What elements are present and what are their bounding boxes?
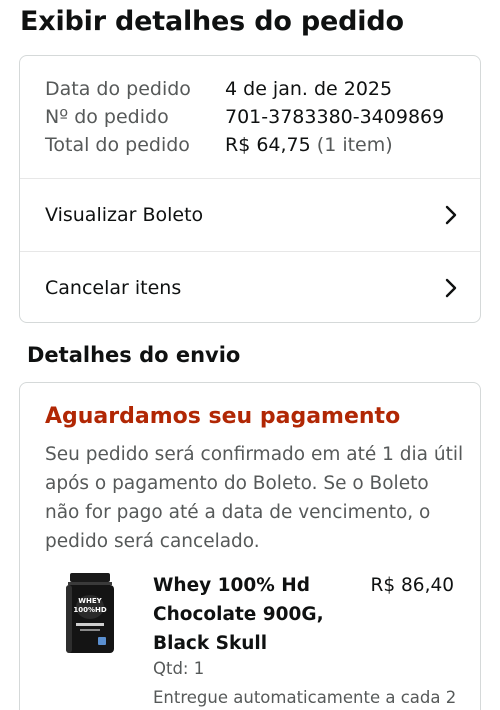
shipping-card: Aguardamos seu pagamento Seu pedido será… (19, 382, 481, 710)
order-date-row: Data do pedido 4 de jan. de 2025 (45, 78, 392, 100)
product-name-link[interactable]: Whey 100% Hd Chocolate 900G, Black Skull (153, 571, 353, 658)
order-summary-card: Data do pedido 4 de jan. de 2025 Nº do pe… (19, 55, 481, 323)
order-total-row: Total do pedido R$ 64,75 (1 item) (45, 134, 393, 156)
order-number-label: Nº do pedido (45, 106, 169, 128)
product-price: R$ 86,40 (370, 575, 454, 596)
order-number-row: Nº do pedido 701-3783380-3409869 (45, 106, 444, 128)
svg-text:WHEY: WHEY (78, 597, 102, 605)
product-image[interactable]: WHEY 100%HD (64, 573, 116, 655)
chevron-right-icon (445, 205, 457, 225)
order-date-value: 4 de jan. de 2025 (225, 78, 393, 100)
payment-status-title: Aguardamos seu pagamento (45, 404, 401, 429)
payment-status-message: Seu pedido será confirmado em até 1 dia … (45, 444, 464, 552)
shipping-section-title: Detalhes do envio (27, 343, 241, 367)
product-quantity: Qtd: 1 (153, 659, 205, 678)
view-boleto-button[interactable]: Visualizar Boleto (20, 179, 480, 251)
order-date-label: Data do pedido (45, 78, 191, 100)
auto-delivery-note: Entregue automaticamente a cada 2 (153, 688, 457, 707)
view-boleto-label: Visualizar Boleto (45, 204, 204, 226)
cancel-items-label: Cancelar itens (45, 277, 182, 299)
chevron-right-icon (445, 278, 457, 298)
order-number-value: 701-3783380-3409869 (225, 106, 445, 128)
page-title: Exibir detalhes do pedido (20, 6, 404, 37)
cancel-items-button[interactable]: Cancelar itens (20, 252, 480, 324)
order-total-items: (1 item) (316, 134, 393, 156)
order-total-value: R$ 64,75 (225, 134, 311, 156)
order-total-label: Total do pedido (45, 134, 190, 156)
svg-text:100%HD: 100%HD (73, 606, 106, 614)
